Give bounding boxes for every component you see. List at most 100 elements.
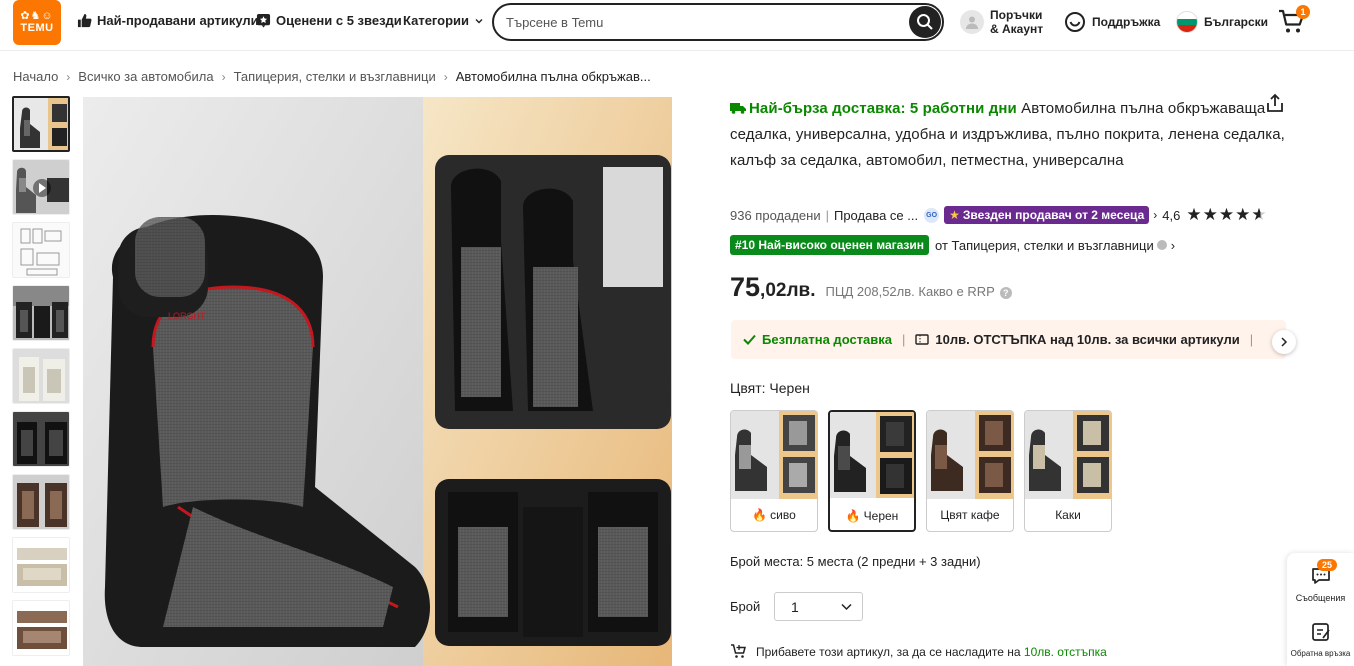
free-shipping[interactable]: Безплатна доставка (743, 332, 892, 347)
star-seller-icon: ★ (949, 208, 960, 222)
breadcrumb-current: Автомобилна пълна обкръжав... (455, 69, 651, 84)
rank-category[interactable]: от Тапицерия, стелки и възглавници (935, 238, 1154, 253)
bulgaria-flag-icon (1176, 11, 1198, 33)
breadcrumb-automotive[interactable]: Всичко за автомобила (78, 69, 213, 84)
sold-count: 936 продадени (730, 207, 821, 223)
star-seller-badge[interactable]: ★ Звезден продавач от 2 месеца (944, 206, 1150, 224)
coupon-icon (915, 334, 930, 345)
swatch-khaki[interactable]: Каки (1024, 410, 1112, 532)
breadcrumb-separator-icon: › (221, 69, 226, 84)
language-selector[interactable]: Български (1176, 11, 1268, 33)
account-line2: & Акаунт (990, 22, 1044, 36)
store-rank-row: #10 Най-високо оценен магазин от Тапицер… (730, 235, 1175, 255)
swatch-label: Черен (863, 509, 899, 523)
messages-count-badge: 25 (1317, 559, 1338, 571)
thumbnail-8[interactable] (12, 537, 70, 593)
breadcrumb-home[interactable]: Начало (13, 69, 58, 84)
feedback-button[interactable]: Обратна връзка (1287, 621, 1354, 658)
thumbnail-5[interactable] (12, 348, 70, 404)
star-icon: ★ (1186, 205, 1202, 224)
rrp-label: ПЦД 208,52лв. Какво е RRP (825, 284, 995, 299)
cart-button[interactable]: 1 (1278, 5, 1310, 37)
nav-five-stars[interactable]: Оценени с 5 звезди (256, 13, 402, 28)
thumbnail-7[interactable] (12, 474, 70, 530)
language-label: Български (1204, 15, 1269, 29)
rating-stars[interactable]: ★ ★ ★ ★ ★ (1186, 205, 1267, 224)
hot-flame-icon: 🔥 (845, 509, 861, 523)
color-swatches: 🔥 сиво 🔥 Черен Цвят кафе Каки (730, 410, 1112, 532)
add-note-text: Прибавете този артикул, за да се наслади… (756, 644, 1021, 659)
hot-flame-icon: 🔥 (752, 508, 768, 522)
nav-categories[interactable]: Категории (403, 13, 484, 28)
thumbnail-6[interactable] (12, 411, 70, 467)
seller-name[interactable]: Продава се ... (834, 208, 918, 223)
cart-count-badge: 1 (1296, 5, 1310, 19)
user-icon (966, 16, 978, 29)
swatch-label: сиво (770, 508, 796, 522)
add-item-note: Прибавете този артикул, за да се наслади… (730, 644, 1107, 659)
feedback-icon (1311, 623, 1330, 641)
product-info: Най-бърза доставка: 5 работни дни Автомо… (730, 96, 1290, 174)
add-to-cart-icon (731, 644, 746, 658)
swatch-label: Каки (1055, 508, 1081, 522)
account-line1: Поръчки (990, 8, 1043, 22)
rating-value: 4,6 (1162, 207, 1181, 223)
swatch-label: Цвят кафе (940, 508, 1000, 522)
thumbnail-4[interactable] (12, 285, 70, 341)
quantity-label: Брой (730, 599, 761, 614)
half-star-icon: ★ (1251, 205, 1267, 224)
checkmark-icon (743, 334, 756, 345)
support-link[interactable]: Поддръжка (1064, 11, 1160, 33)
swatch-black[interactable]: 🔥 Черен (828, 410, 916, 532)
thumbnail-3[interactable] (12, 222, 70, 278)
breadcrumb-separator-icon: › (66, 69, 71, 84)
star-badge-icon (256, 13, 271, 28)
search-button[interactable] (909, 6, 941, 38)
promo-divider: | (1249, 332, 1254, 347)
promo-divider: | (902, 332, 906, 347)
rrp-question[interactable]: Какво е RRP (918, 284, 994, 299)
account-menu[interactable]: Поръчки & Акаунт (960, 8, 1043, 36)
logo-glyphs-icon: ✿♞☺ (20, 10, 54, 22)
thumbnail-video[interactable] (12, 159, 70, 215)
nav-five-stars-label: Оценени с 5 звезди (276, 13, 402, 28)
search-input[interactable] (494, 14, 894, 30)
temu-logo[interactable]: ✿♞☺ TEMU (13, 0, 61, 45)
seats-info: Брой места: 5 места (2 предни + 3 задни) (730, 554, 981, 569)
top-header: ✿♞☺ TEMU Най-продавани артикули Оценени … (0, 0, 1354, 48)
chevron-right-icon: › (1170, 237, 1176, 253)
rank-badge[interactable]: #10 Най-високо оценен магазин (730, 235, 930, 255)
color-label: Цвят: Черен (730, 380, 810, 396)
thumbnail-1[interactable] (12, 96, 70, 152)
logo-text: TEMU (20, 22, 54, 34)
main-product-image[interactable]: LORGHT (83, 97, 672, 666)
thumbnail-list (12, 96, 72, 663)
swatch-coffee[interactable]: Цвят кафе (926, 410, 1014, 532)
search-icon (917, 14, 933, 30)
svg-text:LORGHT: LORGHT (168, 311, 206, 321)
thumbnail-9[interactable] (12, 600, 70, 656)
search-bar (492, 3, 944, 41)
breadcrumb: Начало › Всичко за автомобила › Тапицери… (13, 69, 651, 84)
breadcrumb-upholstery[interactable]: Тапицерия, стелки и възглавници (234, 69, 436, 84)
price-row: 75 ,02лв. ПЦД 208,52лв. Какво е RRP ? (730, 272, 1012, 303)
nav-bestsellers[interactable]: Най-продавани артикули (77, 13, 259, 28)
fast-delivery-label: Най-бърза доставка: 5 работни дни (730, 100, 1017, 117)
info-icon (1156, 240, 1167, 250)
promo-next-button[interactable] (1272, 330, 1296, 354)
swatch-gray[interactable]: 🔥 сиво (730, 410, 818, 532)
breadcrumb-separator-icon: › (443, 69, 448, 84)
share-button[interactable] (1265, 93, 1285, 116)
quantity-select[interactable]: 1 (774, 592, 863, 621)
price-decimal: ,02лв. (760, 280, 816, 301)
star-icon: ★ (1218, 205, 1235, 224)
share-icon (1267, 93, 1283, 112)
support-label: Поддръжка (1092, 15, 1161, 29)
star-icon: ★ (1202, 205, 1218, 224)
feedback-label: Обратна връзка (1290, 649, 1351, 658)
promo-banner: Безплатна доставка | 10лв. ОТСТЪПКА над … (731, 320, 1286, 359)
floating-sidebar: Съобщения 25 Обратна връзка (1287, 553, 1354, 666)
star-icon: ★ (1235, 205, 1251, 224)
discount-offer[interactable]: 10лв. ОТСТЪПКА над 10лв. за всички артик… (915, 332, 1240, 347)
help-icon[interactable]: ? (999, 287, 1012, 299)
